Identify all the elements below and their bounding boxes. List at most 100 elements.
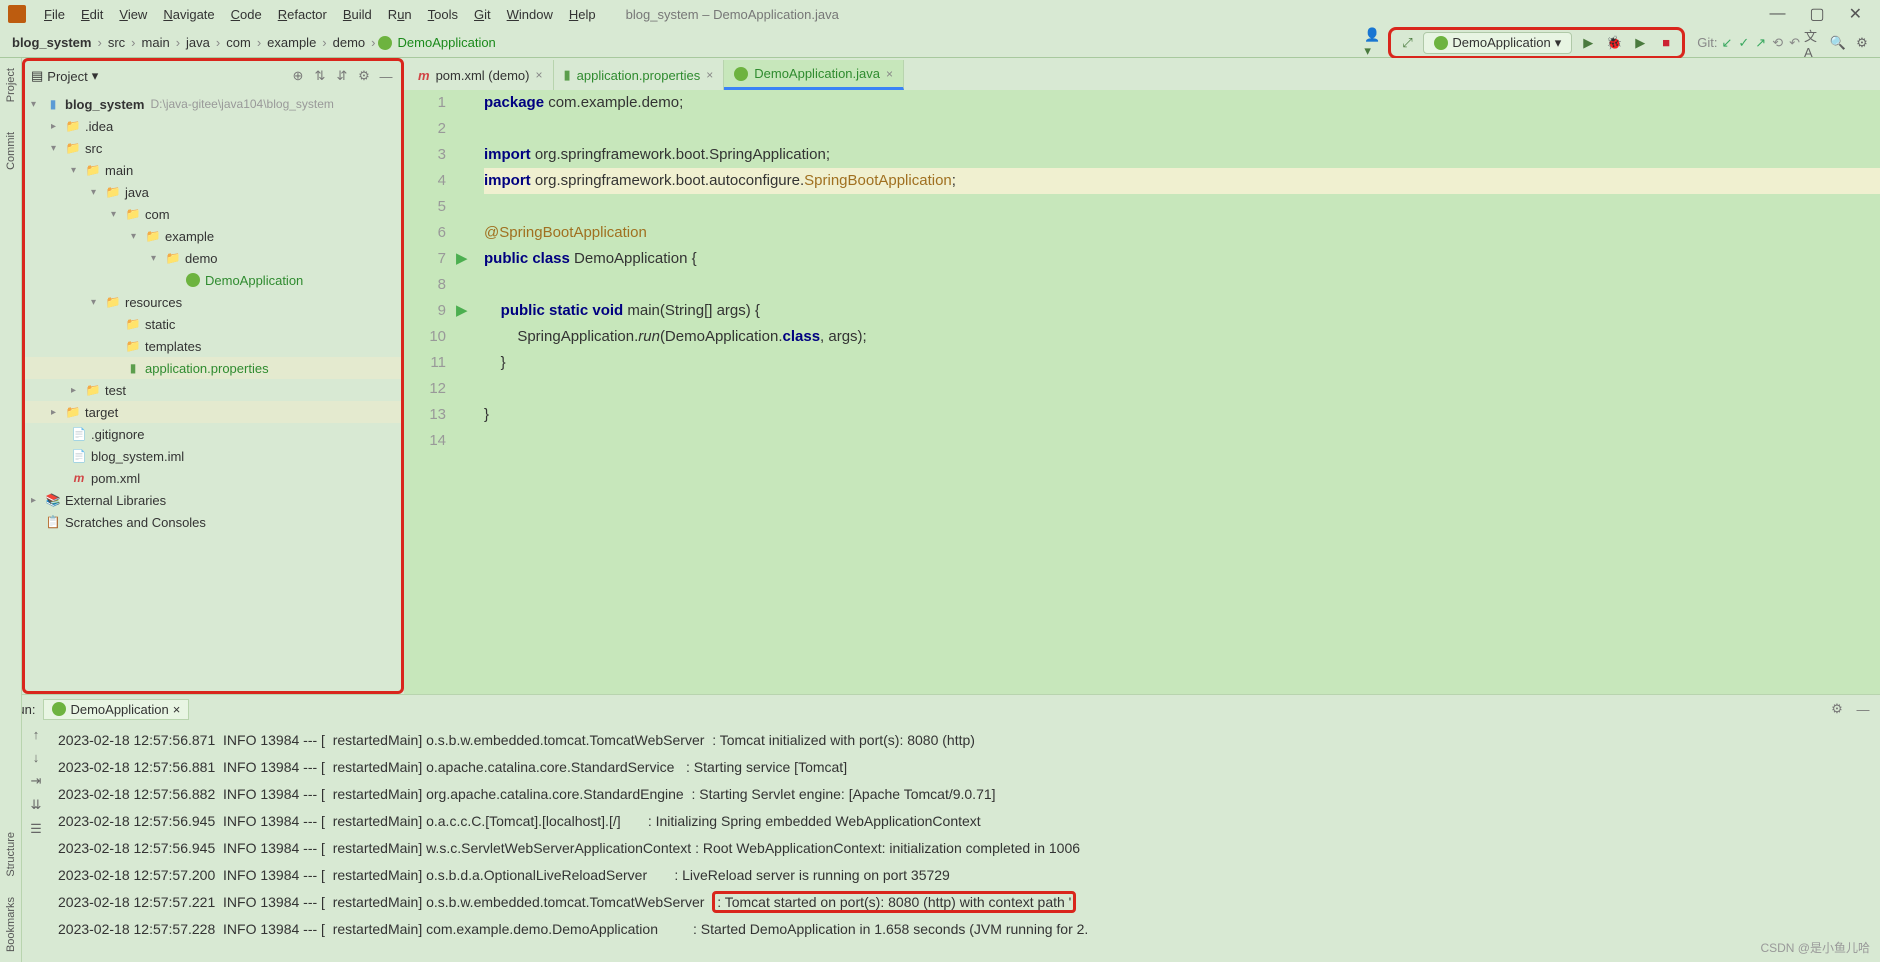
git-commit-icon[interactable]: ✓ [1738, 35, 1749, 51]
menu-run[interactable]: Run [382, 5, 418, 24]
sidebar-tab-project[interactable]: Project [5, 68, 17, 102]
translate-icon[interactable]: 文A [1804, 33, 1824, 53]
crumb-demo[interactable]: demo [329, 33, 370, 52]
menu-window[interactable]: Window [501, 5, 559, 24]
tree-java[interactable]: ▾📁java [25, 181, 401, 203]
crumb-file[interactable]: DemoApplication [394, 33, 500, 52]
menu-view[interactable]: View [113, 5, 153, 24]
watermark: CSDN @是小鱼儿哈 [1760, 939, 1870, 956]
tree-extlib[interactable]: ▸📚External Libraries [25, 489, 401, 511]
chevron-down-icon: ▾ [1555, 35, 1562, 51]
crumb-com[interactable]: com [222, 33, 255, 52]
debug-button[interactable]: 🐞 [1604, 33, 1624, 53]
menu-edit[interactable]: Edit [75, 5, 109, 24]
up-icon[interactable]: ↑ [33, 727, 40, 742]
tree-scratches[interactable]: 📋Scratches and Consoles [25, 511, 401, 533]
tree-iml[interactable]: 📄blog_system.iml [25, 445, 401, 467]
run-config-selector[interactable]: DemoApplication ▾ [1423, 32, 1572, 54]
console-output[interactable]: 2023-02-18 12:57:56.871 INFO 13984 --- [… [50, 723, 1880, 962]
sidebar-tab-bookmarks[interactable]: Bookmarks [5, 897, 17, 952]
locate-icon[interactable]: ⊕ [289, 67, 307, 85]
code-editor[interactable]: 1234567891011121314 ▶ ▶ package com.exam… [404, 90, 1880, 694]
tree-static[interactable]: 📁static [25, 313, 401, 335]
hide-tool-icon[interactable]: — [377, 67, 395, 85]
tab-appprops[interactable]: ▮application.properties× [554, 60, 725, 90]
git-history-icon[interactable]: ⟲ [1772, 35, 1783, 51]
tree-demo[interactable]: ▾📁demo [25, 247, 401, 269]
menu-tools[interactable]: Tools [422, 5, 464, 24]
close-tab-icon[interactable]: × [706, 68, 713, 82]
project-tree[interactable]: ▾▮blog_systemD:\java-gitee\java104\blog_… [25, 91, 401, 691]
maximize-button[interactable]: ▢ [1799, 4, 1834, 24]
tree-target[interactable]: ▸📁target [25, 401, 401, 423]
user-icon[interactable]: 👤▾ [1364, 33, 1384, 53]
crumb-src[interactable]: src [104, 33, 129, 52]
tab-demoapp[interactable]: DemoApplication.java× [724, 60, 904, 90]
crumb-example[interactable]: example [263, 33, 320, 52]
tree-example[interactable]: ▾📁example [25, 225, 401, 247]
menu-build[interactable]: Build [337, 5, 378, 24]
hide-tool-icon[interactable]: — [1854, 700, 1872, 718]
close-tab-icon[interactable]: × [173, 702, 181, 717]
code-content[interactable]: package com.example.demo; import org.spr… [476, 90, 1880, 694]
tree-root[interactable]: ▾▮blog_systemD:\java-gitee\java104\blog_… [25, 93, 401, 115]
menu-code[interactable]: Code [225, 5, 268, 24]
tree-com[interactable]: ▾📁com [25, 203, 401, 225]
wrap-icon[interactable]: ⇥ [31, 773, 42, 789]
close-tab-icon[interactable]: × [535, 68, 542, 82]
run-tab[interactable]: DemoApplication× [43, 699, 189, 720]
tree-resources[interactable]: ▾📁resources [25, 291, 401, 313]
crumb-java[interactable]: java [182, 33, 214, 52]
tree-pom[interactable]: mpom.xml [25, 467, 401, 489]
project-view-title[interactable]: Project [47, 69, 87, 84]
menu-git[interactable]: Git [468, 5, 497, 24]
close-button[interactable]: ✕ [1839, 4, 1872, 24]
tab-pom[interactable]: mpom.xml (demo)× [408, 60, 554, 90]
menu-file[interactable]: File [38, 5, 71, 24]
project-view-icon: ▤ [31, 68, 43, 84]
tree-demoapp[interactable]: DemoApplication [25, 269, 401, 291]
tree-gitignore[interactable]: 📄.gitignore [25, 423, 401, 445]
tree-test[interactable]: ▸📁test [25, 379, 401, 401]
expand-all-icon[interactable]: ⇅ [311, 67, 329, 85]
run-gutter-icon[interactable]: ▶ [456, 246, 476, 272]
run-tool-window: Run: DemoApplication× ⚙ — ↻ ▶ ■ 📷 🖨 🗑 ↑ … [0, 694, 1880, 962]
down-icon[interactable]: ↓ [33, 750, 40, 765]
tree-appprops[interactable]: ▮application.properties [25, 357, 401, 379]
build-button[interactable]: ⤢ [1397, 33, 1417, 53]
sidebar-tab-structure[interactable]: Structure [5, 832, 17, 877]
gutter-icons: ▶ ▶ [456, 90, 476, 694]
tree-main[interactable]: ▾📁main [25, 159, 401, 181]
close-tab-icon[interactable]: × [886, 67, 893, 81]
crumb-project[interactable]: blog_system [8, 33, 95, 52]
run-toolbar-group: ⤢ DemoApplication ▾ ▶ 🐞 ▶ ■ [1388, 27, 1685, 59]
spring-icon [1434, 36, 1448, 50]
navigation-toolbar: blog_system› src› main› java› com› examp… [0, 28, 1880, 58]
tree-idea[interactable]: ▸📁.idea [25, 115, 401, 137]
git-rollback-icon[interactable]: ↶ [1789, 35, 1800, 51]
menu-refactor[interactable]: Refactor [272, 5, 333, 24]
menu-navigate[interactable]: Navigate [157, 5, 220, 24]
git-push-icon[interactable]: ↗ [1755, 35, 1766, 51]
sidebar-tab-commit[interactable]: Commit [5, 132, 17, 170]
tool-settings-icon[interactable]: ⚙ [1828, 700, 1846, 718]
tool-settings-icon[interactable]: ⚙ [355, 67, 373, 85]
scroll-icon[interactable]: ⇊ [31, 797, 42, 813]
search-icon[interactable]: 🔍 [1828, 33, 1848, 53]
settings-icon[interactable]: ⚙ [1852, 33, 1872, 53]
coverage-button[interactable]: ▶ [1630, 33, 1650, 53]
minimize-button[interactable]: — [1759, 5, 1795, 23]
line-number-gutter: 1234567891011121314 [404, 90, 456, 694]
run-button[interactable]: ▶ [1578, 33, 1598, 53]
stop-button[interactable]: ■ [1656, 33, 1676, 53]
run-gutter-icon[interactable]: ▶ [456, 298, 476, 324]
filter-icon[interactable]: ☰ [30, 821, 42, 837]
tree-src[interactable]: ▾📁src [25, 137, 401, 159]
menu-help[interactable]: Help [563, 5, 602, 24]
crumb-main[interactable]: main [138, 33, 174, 52]
collapse-all-icon[interactable]: ⇵ [333, 67, 351, 85]
left-tool-gutter: Project Commit [0, 58, 22, 694]
tree-templates[interactable]: 📁templates [25, 335, 401, 357]
chevron-down-icon[interactable]: ▾ [92, 68, 99, 84]
git-pull-icon[interactable]: ↙ [1721, 35, 1732, 51]
